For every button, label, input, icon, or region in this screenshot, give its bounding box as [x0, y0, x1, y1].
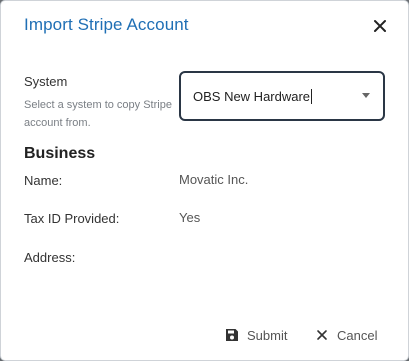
dialog-title: Import Stripe Account [24, 15, 189, 34]
cancel-label: Cancel [337, 327, 378, 343]
cancel-button[interactable]: Cancel [315, 326, 377, 344]
name-value: Movatic Inc. [179, 172, 249, 187]
tax-id-label: Tax ID Provided: [24, 211, 120, 226]
close-icon [317, 330, 327, 340]
text-cursor [311, 89, 313, 104]
submit-label: Submit [247, 327, 288, 343]
system-select-value: OBS New Hardware [193, 89, 313, 104]
submit-button[interactable]: Submit [225, 326, 287, 344]
tax-id-value: Yes [179, 210, 201, 225]
address-label: Address: [24, 250, 76, 265]
system-select[interactable]: OBS New Hardware [179, 71, 385, 121]
business-heading: Business [24, 145, 96, 162]
close-button[interactable] [371, 17, 389, 35]
close-icon [374, 20, 386, 32]
name-label: Name: [24, 173, 63, 188]
system-label: System [24, 74, 68, 89]
caret-down-icon [362, 93, 370, 98]
save-icon [226, 329, 238, 341]
import-stripe-account-dialog: Import Stripe Account System Select a sy… [0, 0, 409, 361]
system-help-text: Select a system to copy Stripe account f… [24, 99, 172, 129]
